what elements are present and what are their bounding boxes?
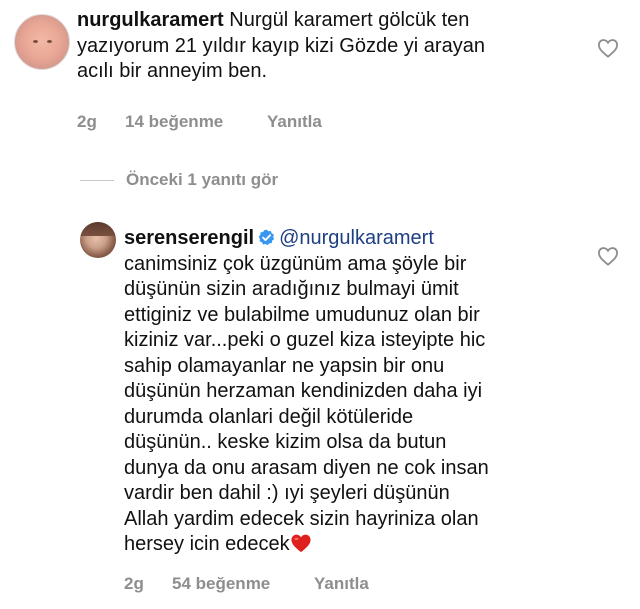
red-heart-emoji — [291, 534, 311, 553]
replies-divider — [80, 179, 114, 181]
comment-likes[interactable]: 14 beğenme — [125, 112, 267, 132]
mention-link[interactable]: @nurgulkaramert — [279, 227, 434, 249]
comment-time: 2g — [124, 574, 144, 593]
avatar-nurgulkaramert[interactable] — [14, 14, 70, 70]
avatar-eye — [47, 40, 52, 43]
heart-outline-icon[interactable] — [597, 246, 619, 266]
reply-button[interactable]: Yanıtla — [314, 574, 369, 594]
avatar-eye — [33, 40, 38, 43]
view-replies-label: Önceki 1 yanıtı gör — [126, 170, 279, 189]
view-replies-button[interactable]: Önceki 1 yanıtı gör — [80, 170, 278, 190]
reply-body: serenserengil @nurgulkaramert canimsiniz … — [124, 226, 594, 558]
comment-meta: 2g 54 beğenme Yanıtla — [124, 574, 369, 594]
avatar-hair — [80, 222, 116, 236]
comment-text: canimsiniz çok üzgünüm ama şöyle bir düş… — [124, 252, 489, 556]
avatar-serenserengil[interactable] — [80, 222, 116, 258]
heart-outline-icon[interactable] — [597, 38, 619, 58]
comment-body: nurgulkaramert Nurgül karamert gölcük te… — [77, 8, 577, 85]
verified-badge-icon — [258, 229, 275, 246]
comment-time: 2g — [77, 112, 97, 131]
comment-username[interactable]: nurgulkaramert — [77, 9, 224, 31]
comment-likes[interactable]: 54 beğenme — [172, 574, 314, 594]
comment-meta: 2g 14 beğenme Yanıtla — [77, 112, 322, 132]
reply-button[interactable]: Yanıtla — [267, 112, 322, 132]
comment-username[interactable]: serenserengil — [124, 227, 254, 249]
